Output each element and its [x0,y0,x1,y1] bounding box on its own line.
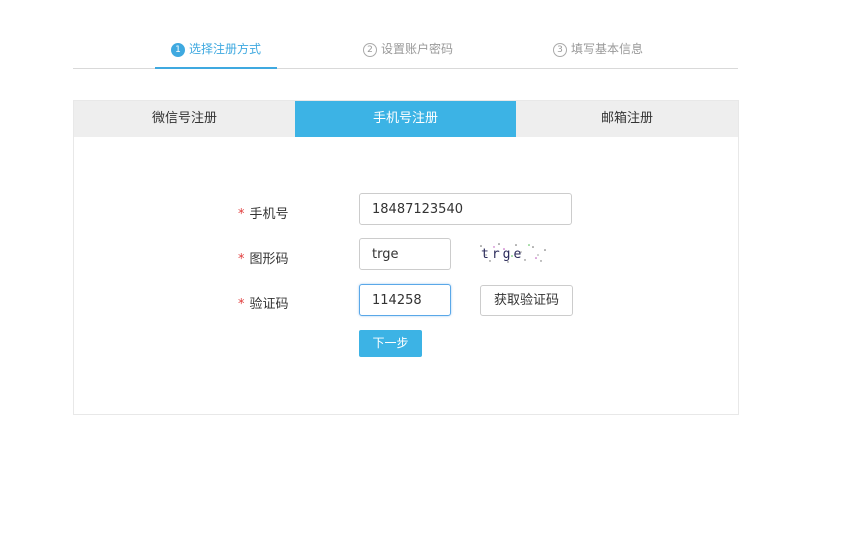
register-tabs: 微信号注册 手机号注册 邮箱注册 [74,101,738,137]
captcha-image[interactable]: trge [478,241,548,265]
captcha-input[interactable] [359,238,451,270]
step-2-number: 2 [363,43,377,57]
required-mark: * [238,252,245,267]
sms-code-label-text: 验证码 [249,297,289,312]
captcha-label: * 图形码 [238,248,289,267]
step-1: 1 选择注册方式 [155,40,278,69]
phone-label-text: 手机号 [249,207,289,222]
sms-code-label: * 验证码 [238,293,289,312]
next-button[interactable]: 下一步 [359,330,422,357]
tab-email-register[interactable]: 邮箱注册 [516,101,738,137]
step-1-label: 选择注册方式 [189,42,262,56]
step-3-label: 填写基本信息 [571,42,644,56]
phone-input[interactable] [359,193,572,225]
sms-code-input[interactable] [359,284,451,316]
step-progress: 1 选择注册方式 2 设置账户密码 3 填写基本信息 [73,30,738,69]
required-mark: * [238,297,245,312]
captcha-label-text: 图形码 [249,252,289,267]
step-2-label: 设置账户密码 [381,42,454,56]
step-1-number: 1 [171,43,185,57]
step-3-number: 3 [553,43,567,57]
tab-phone-register[interactable]: 手机号注册 [295,101,516,137]
register-card: 微信号注册 手机号注册 邮箱注册 * 手机号 * 图形码 trge * 验证码 获取验… [73,100,739,415]
step-3: 3 填写基本信息 [553,40,643,67]
get-code-button[interactable]: 获取验证码 [480,285,573,316]
captcha-text: trge [481,247,524,262]
tab-wechat-register[interactable]: 微信号注册 [74,101,295,137]
phone-label: * 手机号 [238,203,289,222]
step-2: 2 设置账户密码 [363,40,453,67]
required-mark: * [238,207,245,222]
